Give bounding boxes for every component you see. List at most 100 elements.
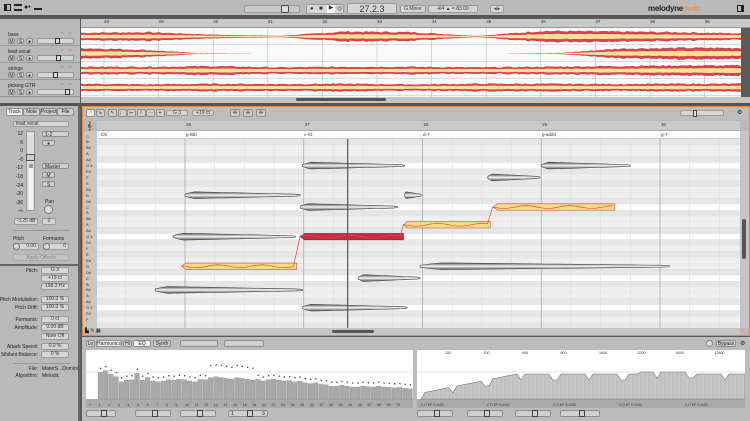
harmonic-bar[interactable] bbox=[386, 387, 392, 400]
chord-label[interactable]: c-/G bbox=[304, 132, 313, 137]
bypass-button[interactable]: Bypass bbox=[716, 340, 736, 347]
harmonic-bar[interactable] bbox=[281, 380, 287, 400]
track-volume-slider[interactable] bbox=[37, 55, 74, 61]
track-volume-slider[interactable] bbox=[37, 38, 74, 44]
harmonic-bar[interactable] bbox=[187, 380, 193, 400]
clef-icon[interactable]: 𝄞 bbox=[87, 121, 92, 131]
harmonic-bar[interactable] bbox=[208, 377, 214, 400]
gain-field[interactable]: -3.25 dB bbox=[14, 218, 38, 225]
track-solo-button[interactable]: S bbox=[17, 89, 24, 96]
harmonic-bar[interactable] bbox=[218, 377, 224, 400]
harmonic-bar[interactable] bbox=[402, 388, 408, 400]
play-button[interactable]: ▶ bbox=[327, 5, 335, 13]
spectrum-curve[interactable] bbox=[420, 371, 745, 401]
snap-pitch-button[interactable]: ✣ bbox=[230, 109, 240, 117]
harmonic-bar[interactable] bbox=[166, 379, 172, 400]
harmonic-bar[interactable] bbox=[160, 380, 166, 400]
inspector-tab-project[interactable]: Project bbox=[40, 108, 57, 116]
param-value[interactable]: G 3 bbox=[41, 267, 69, 274]
harmonic-bar[interactable] bbox=[365, 386, 371, 400]
harmonic-bar[interactable] bbox=[108, 373, 114, 400]
harmonic-bar[interactable] bbox=[129, 379, 135, 400]
pan-field[interactable]: 0 bbox=[42, 218, 56, 225]
link-icon[interactable]: ⚭ bbox=[60, 31, 64, 37]
meter-value[interactable]: 4/4 bbox=[437, 6, 444, 12]
harmonic-bar[interactable] bbox=[370, 386, 376, 400]
editor-settings-icon[interactable]: ⚙ bbox=[737, 109, 742, 116]
edit-icon[interactable]: ⚭ bbox=[68, 65, 72, 71]
pointer-tool-button[interactable]: ↖ bbox=[108, 109, 117, 117]
harmonic-bar[interactable] bbox=[124, 379, 130, 400]
slider-handle[interactable] bbox=[54, 38, 60, 44]
amplitude-tool-button[interactable]: I bbox=[136, 109, 146, 117]
edit-icon[interactable]: ⚭ bbox=[68, 48, 72, 54]
pan-knob[interactable] bbox=[44, 205, 53, 214]
harmonic-bar[interactable] bbox=[397, 387, 403, 400]
slider-handle[interactable] bbox=[53, 72, 58, 78]
sound-editor-slider-2[interactable] bbox=[224, 340, 264, 347]
track-record-button[interactable]: ● bbox=[26, 38, 33, 45]
harmonic-bar[interactable] bbox=[244, 379, 250, 400]
harmonic-bar[interactable] bbox=[313, 382, 319, 400]
harmonic-bar[interactable] bbox=[376, 385, 382, 400]
pitch-offset-field[interactable]: 0.00 bbox=[13, 243, 39, 250]
harmonic-bar[interactable] bbox=[181, 379, 187, 400]
param-value[interactable]: 198.3 Hz bbox=[41, 283, 69, 290]
harmonic-bar[interactable] bbox=[250, 379, 256, 400]
track-mute-button[interactable]: M bbox=[8, 38, 15, 45]
harmonic-bar[interactable] bbox=[103, 370, 109, 400]
harmonic-bar[interactable] bbox=[113, 376, 119, 400]
param-value[interactable]: 0 ct bbox=[41, 316, 69, 323]
note-cents-field[interactable]: +19 ct bbox=[192, 110, 214, 116]
formant-tool-button[interactable]: ⊢ bbox=[127, 109, 136, 117]
sound-tab-eq[interactable]: EQ bbox=[133, 340, 151, 347]
page-next[interactable]: 3 bbox=[262, 411, 265, 417]
param-value[interactable]: Note Off bbox=[41, 333, 69, 340]
sound-control-slider[interactable] bbox=[86, 410, 116, 417]
position-display[interactable]: 27.2.3 bbox=[347, 3, 397, 14]
sound-control-slider[interactable] bbox=[135, 410, 171, 417]
harmonic-bar[interactable] bbox=[239, 378, 245, 400]
sound-control-slider[interactable] bbox=[180, 410, 216, 417]
loop-button[interactable]: ◎ bbox=[337, 6, 342, 13]
zoom-slider[interactable] bbox=[244, 5, 300, 13]
quantize-button[interactable]: ✣ bbox=[243, 109, 253, 117]
harmonic-bar[interactable] bbox=[391, 387, 397, 400]
chord-label[interactable]: g-/Bb bbox=[186, 132, 197, 137]
harmonics-chart[interactable]: +1 2 3 4 5 6 7 8 9 10 11 12 13 14 15 16 18 20 22 24 26 28 30 32… bbox=[86, 350, 413, 408]
harmonic-bar[interactable] bbox=[234, 377, 240, 400]
edit-icon[interactable]: ⚭ bbox=[68, 31, 72, 37]
layout-icon[interactable] bbox=[4, 4, 11, 11]
track-solo-button[interactable]: S bbox=[17, 38, 24, 45]
harmonic-bar[interactable] bbox=[139, 379, 145, 400]
harmonic-bar[interactable] bbox=[297, 380, 303, 400]
track-record-button[interactable]: ● bbox=[26, 89, 33, 96]
harmonic-bar[interactable] bbox=[202, 379, 208, 400]
harmonic-bar[interactable] bbox=[171, 379, 177, 400]
harmonic-bar[interactable] bbox=[155, 381, 161, 400]
note-blob[interactable] bbox=[403, 221, 491, 229]
harmonic-bar[interactable] bbox=[381, 386, 387, 400]
harmonic-bar[interactable] bbox=[97, 372, 103, 400]
record-button[interactable]: ● bbox=[310, 6, 314, 13]
mute-button[interactable]: M bbox=[42, 172, 55, 179]
sound-control-slider[interactable] bbox=[467, 410, 503, 417]
note-assign-icon[interactable]: ●• bbox=[24, 4, 31, 11]
harmonic-bar[interactable] bbox=[286, 380, 292, 400]
chord-label[interactable]: g-7 bbox=[661, 132, 668, 137]
apply-offsets-button[interactable]: Apply Offsets bbox=[13, 254, 69, 261]
note-blob[interactable] bbox=[491, 203, 616, 211]
harmonic-bar[interactable] bbox=[360, 385, 366, 400]
sound-tab-hi[interactable]: Hi bbox=[123, 340, 132, 347]
track-solo-button[interactable]: S bbox=[17, 55, 24, 62]
editor-vscroll[interactable] bbox=[740, 131, 749, 328]
track-record-button[interactable]: ● bbox=[26, 72, 33, 79]
harmonic-bar[interactable] bbox=[229, 379, 235, 400]
track-volume-slider[interactable] bbox=[37, 89, 74, 95]
record-arm-button[interactable]: ● bbox=[42, 140, 55, 147]
track-volume-slider[interactable] bbox=[37, 72, 74, 78]
separation-tool-button[interactable]: + bbox=[155, 109, 165, 117]
output-select[interactable]: Master bbox=[42, 163, 69, 170]
sound-tab-lo[interactable]: Lo bbox=[86, 340, 95, 347]
inspector-tab-track[interactable]: Track bbox=[6, 108, 23, 116]
